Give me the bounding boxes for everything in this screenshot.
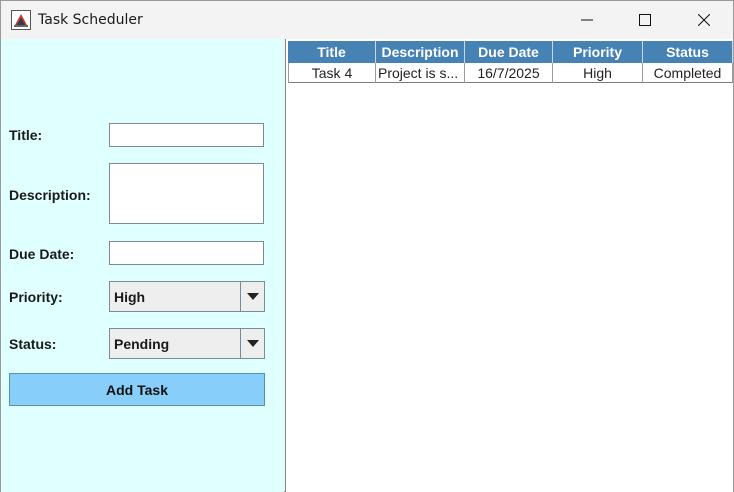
cell-description[interactable]: Project is s... <box>376 63 465 83</box>
java-app-icon <box>11 10 31 30</box>
table-body: Task 4 Project is s... 16/7/2025 High Co… <box>288 63 733 83</box>
add-task-button[interactable]: Add Task <box>9 373 265 406</box>
column-header-due-date[interactable]: Due Date <box>465 41 553 63</box>
status-dropdown[interactable]: Pending <box>109 328 265 359</box>
close-button[interactable] <box>681 1 727 39</box>
title-label: Title: <box>9 127 43 143</box>
status-dropdown-arrow[interactable] <box>240 329 264 358</box>
description-label: Description: <box>9 187 91 203</box>
description-textarea[interactable] <box>109 163 264 224</box>
cell-due-date[interactable]: 16/7/2025 <box>465 63 553 83</box>
app-window: Task Scheduler Title: Description: Due D… <box>0 0 734 492</box>
priority-selected-value: High <box>114 289 146 305</box>
table-row[interactable]: Task 4 Project is s... 16/7/2025 High Co… <box>288 63 733 83</box>
priority-dropdown[interactable]: High <box>109 281 265 312</box>
close-icon <box>698 14 710 26</box>
maximize-icon <box>639 14 651 26</box>
maximize-button[interactable] <box>622 1 668 39</box>
title-bar[interactable]: Task Scheduler <box>1 1 733 39</box>
title-input[interactable] <box>109 123 264 147</box>
cell-priority[interactable]: High <box>553 63 643 83</box>
status-selected-value: Pending <box>114 336 170 352</box>
status-label: Status: <box>9 336 57 352</box>
minimize-button[interactable] <box>564 1 610 39</box>
column-header-description[interactable]: Description <box>376 41 465 63</box>
task-table: Title Description Due Date Priority Stat… <box>288 41 733 83</box>
cell-title[interactable]: Task 4 <box>288 63 376 83</box>
column-header-status[interactable]: Status <box>643 41 733 63</box>
table-header: Title Description Due Date Priority Stat… <box>288 41 733 63</box>
cell-status[interactable]: Completed <box>643 63 733 83</box>
due-date-input[interactable] <box>109 241 264 265</box>
column-header-title[interactable]: Title <box>288 41 376 63</box>
minimize-icon <box>581 19 593 21</box>
priority-dropdown-arrow[interactable] <box>240 282 264 311</box>
task-form-panel: Title: Description: Due Date: Priority: … <box>1 39 284 492</box>
due-date-label: Due Date: <box>9 246 75 262</box>
window-title: Task Scheduler <box>38 12 143 28</box>
chevron-down-icon <box>246 339 259 347</box>
chevron-down-icon <box>246 292 259 300</box>
priority-label: Priority: <box>9 289 63 305</box>
task-table-panel[interactable]: Title Description Due Date Priority Stat… <box>285 39 733 492</box>
column-header-priority[interactable]: Priority <box>553 41 643 63</box>
